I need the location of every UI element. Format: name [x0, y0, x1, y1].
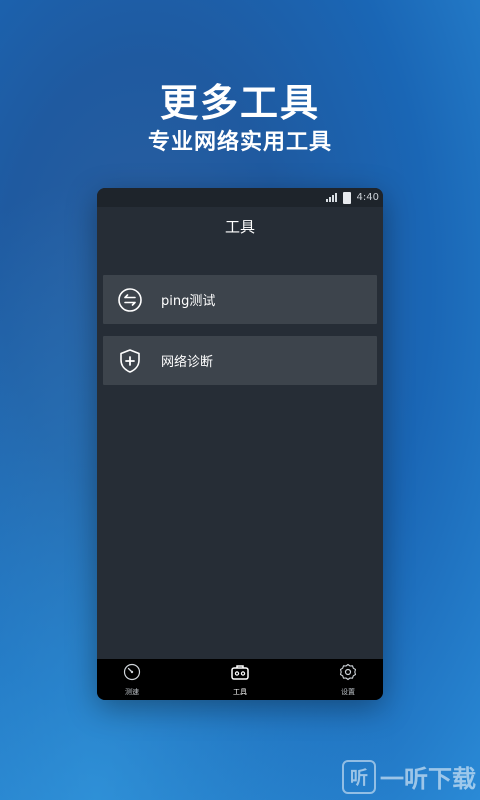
tool-item-network-diagnosis[interactable]: 网络诊断: [103, 336, 377, 385]
shield-plus-icon: [117, 348, 143, 374]
bottom-tab-bar: 测速 工具 设置: [97, 659, 383, 700]
speedometer-icon: [123, 663, 141, 685]
signal-icon: [325, 193, 337, 202]
tab-label-tools: 工具: [233, 687, 247, 696]
watermark: 听 一听下载: [342, 759, 476, 794]
page-title: 工具: [224, 218, 255, 236]
tab-tools[interactable]: 工具: [205, 659, 275, 700]
tab-label-settings: 设置: [341, 687, 355, 696]
status-bar: 4:40: [97, 188, 383, 207]
tab-label-speedtest: 测速: [125, 687, 139, 696]
promo-headline: 更多工具: [159, 81, 320, 125]
watermark-text: 一听下载: [380, 765, 476, 793]
phone-mockup: 4:40 工具 ping测试 网络诊断 测速 工具 设置: [97, 188, 383, 700]
watermark-logo-icon: 听: [342, 759, 376, 794]
gear-icon: [339, 663, 357, 685]
tool-label-ping: ping测试: [161, 294, 216, 309]
tab-settings[interactable]: 设置: [313, 659, 383, 700]
ping-swap-icon: [117, 287, 143, 313]
tool-list: ping测试 网络诊断: [97, 275, 383, 385]
tool-label-network-diagnosis: 网络诊断: [161, 355, 214, 370]
toolbox-icon: [230, 663, 250, 685]
status-time: 4:40: [356, 192, 379, 203]
battery-icon: [342, 191, 351, 204]
tab-speedtest[interactable]: 测速: [97, 659, 167, 700]
promo-subline: 专业网络实用工具: [147, 130, 332, 155]
tool-item-ping[interactable]: ping测试: [103, 275, 377, 324]
